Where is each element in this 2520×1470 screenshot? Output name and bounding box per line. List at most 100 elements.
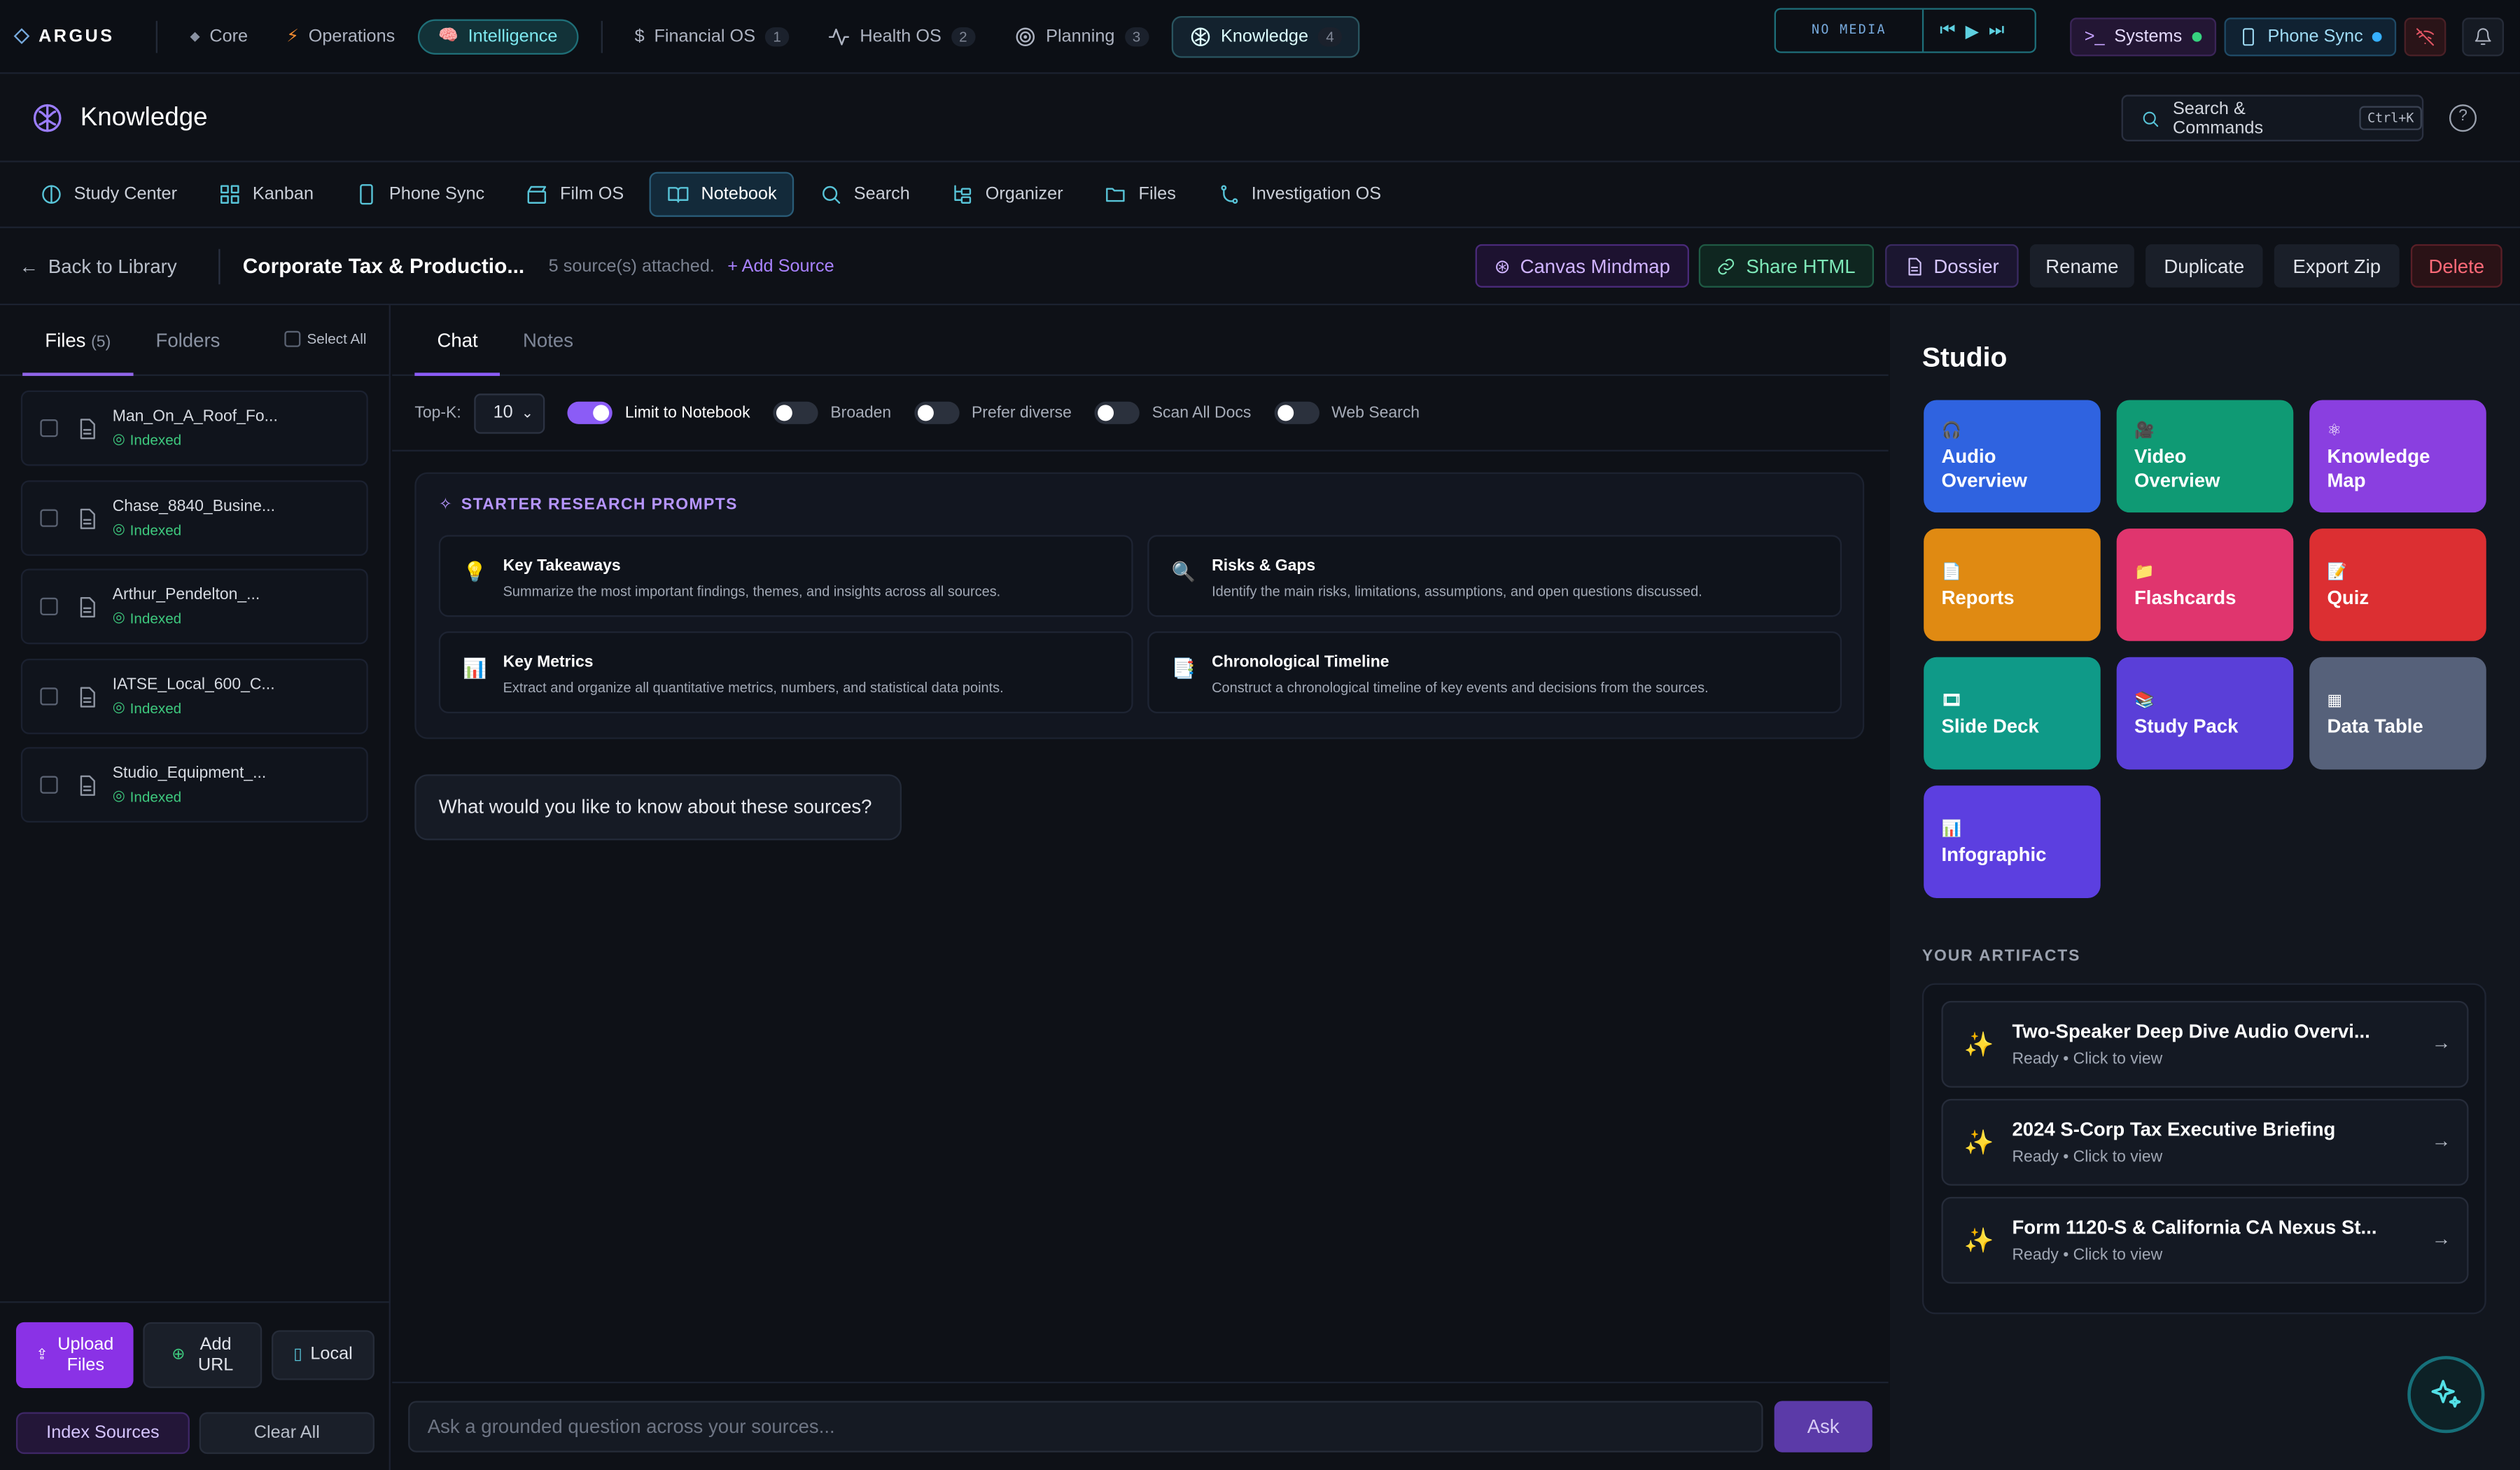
- tile-infographic[interactable]: 📊 Infographic: [1924, 785, 2101, 898]
- phone-sync-button[interactable]: Phone Sync: [2224, 18, 2397, 57]
- broaden-toggle[interactable]: [772, 401, 818, 424]
- file-checkbox[interactable]: [40, 419, 58, 438]
- rename-button[interactable]: Rename: [2029, 244, 2134, 288]
- sparkles-icon: ✨: [1963, 1129, 1994, 1157]
- nav-label: Intelligence: [468, 26, 558, 46]
- tile-study-pack[interactable]: 📚 Study Pack: [2116, 657, 2294, 770]
- sparkles-icon: ✧: [438, 496, 454, 514]
- file-checkbox[interactable]: [40, 687, 58, 706]
- tile-knowledge-map[interactable]: ⚛ Knowledge Map: [2309, 400, 2486, 513]
- checkbox[interactable]: [284, 330, 301, 347]
- nav-planning[interactable]: Planning 3: [997, 17, 1164, 55]
- tab-label: Notebook: [701, 184, 777, 204]
- file-checkbox[interactable]: [40, 597, 58, 616]
- topk-value: 10: [493, 403, 513, 423]
- tile-reports[interactable]: 📄 Reports: [1924, 528, 2101, 641]
- nav-intelligence[interactable]: 🧠 Intelligence: [417, 18, 579, 54]
- share-html-button[interactable]: Share HTML: [1698, 244, 1875, 288]
- tile-audio-overview[interactable]: 🎧 Audio Overview: [1924, 400, 2101, 513]
- tile-label: Infographic: [1941, 842, 2047, 865]
- limit-to-notebook-toggle[interactable]: [567, 401, 612, 424]
- bookmark-tabs-icon: 📑: [1171, 657, 1196, 680]
- file-checkbox[interactable]: [40, 509, 58, 527]
- tab-chat[interactable]: Chat: [414, 304, 500, 375]
- file-item[interactable]: Arthur_Pendelton_... ◎ Indexed: [20, 568, 368, 645]
- tab-files[interactable]: Files (5): [22, 304, 134, 375]
- question-input[interactable]: Ask a grounded question across your sour…: [408, 1401, 1763, 1452]
- phone-sync-label: Phone Sync: [2267, 27, 2363, 47]
- tile-label: Data Table: [2327, 714, 2423, 737]
- tab-phone-sync[interactable]: Phone Sync: [340, 174, 500, 216]
- dossier-button[interactable]: Dossier: [1885, 244, 2019, 288]
- notebook-title: Corporate Tax & Productio...: [218, 248, 524, 284]
- artifact-item[interactable]: ✨ Two-Speaker Deep Dive Audio Overvi... …: [1941, 1000, 2469, 1088]
- select-all-checkbox[interactable]: Select All: [284, 330, 367, 347]
- tab-film-os[interactable]: Film OS: [510, 174, 640, 216]
- status-dot: [2191, 31, 2202, 42]
- prompt-card[interactable]: 📊 Key Metrics Extract and organize all q…: [438, 631, 1133, 714]
- tile-slide-deck[interactable]: 🎞 Slide Deck: [1924, 657, 2101, 770]
- delete-button[interactable]: Delete: [2410, 244, 2502, 288]
- nav-operations[interactable]: ⚡ Operations: [270, 18, 411, 55]
- tab-files[interactable]: Files: [1088, 174, 1191, 216]
- previous-icon[interactable]: ⏮: [1940, 20, 1956, 41]
- duplicate-button[interactable]: Duplicate: [2146, 244, 2263, 288]
- select-all-label: Select All: [307, 330, 367, 347]
- tab-investigation-os[interactable]: Investigation OS: [1202, 174, 1397, 216]
- tile-quiz[interactable]: 📝 Quiz: [2309, 528, 2486, 641]
- tile-flashcards[interactable]: 📁 Flashcards: [2116, 528, 2294, 641]
- tile-data-table[interactable]: ▦ Data Table: [2309, 657, 2486, 770]
- clear-all-button[interactable]: Clear All: [199, 1412, 374, 1455]
- file-item[interactable]: IATSE_Local_600_C... ◎ Indexed: [20, 658, 368, 734]
- nav-financial-os[interactable]: $ Financial OS 1: [619, 18, 806, 53]
- canvas-mindmap-button[interactable]: ⊛ Canvas Mindmap: [1475, 244, 1689, 288]
- back-to-library-link[interactable]: ← Back to Library: [20, 255, 177, 277]
- nav-knowledge[interactable]: Knowledge 4: [1170, 15, 1360, 57]
- prompt-card[interactable]: 🔍 Risks & Gaps Identify the main risks, …: [1147, 535, 1842, 617]
- tab-search[interactable]: Search: [804, 174, 926, 216]
- tab-label: Files: [1138, 184, 1176, 204]
- notifications-button[interactable]: [2462, 18, 2505, 57]
- file-item[interactable]: Chase_8840_Busine... ◎ Indexed: [20, 480, 368, 556]
- local-file-button[interactable]: ▯ Local: [272, 1330, 374, 1380]
- help-icon[interactable]: ?: [2449, 104, 2477, 132]
- upload-files-button[interactable]: ⇪ Upload Files: [15, 1322, 134, 1388]
- nav-health-os[interactable]: Health OS 2: [811, 17, 991, 55]
- export-zip-button[interactable]: Export Zip: [2274, 244, 2400, 288]
- tile-video-overview[interactable]: 🎥 Video Overview: [2116, 400, 2294, 513]
- file-checkbox[interactable]: [40, 776, 58, 794]
- tab-organizer[interactable]: Organizer: [936, 174, 1079, 216]
- topk-select[interactable]: 10 ⌄: [474, 393, 545, 433]
- wifi-off-button[interactable]: [2404, 18, 2446, 57]
- check-circle-icon: ◎: [112, 787, 125, 804]
- web-search-toggle[interactable]: [1273, 401, 1319, 424]
- ask-button[interactable]: Ask: [1774, 1401, 1872, 1452]
- nav-core[interactable]: ◆ Core: [174, 18, 264, 53]
- brand-logo[interactable]: ARGUS: [13, 27, 115, 46]
- tab-study-center[interactable]: Study Center: [24, 174, 193, 216]
- check-circle-icon: ◎: [112, 520, 125, 537]
- file-item[interactable]: Studio_Equipment_... ◎ Indexed: [20, 747, 368, 823]
- ai-assistant-button[interactable]: [2407, 1356, 2485, 1434]
- prompt-card[interactable]: 📑 Chronological Timeline Construct a chr…: [1147, 631, 1842, 714]
- tab-notes[interactable]: Notes: [500, 304, 596, 375]
- prompt-card[interactable]: 💡 Key Takeaways Summarize the most impor…: [438, 535, 1133, 617]
- tab-kanban[interactable]: Kanban: [203, 174, 330, 216]
- prefer-diverse-toggle[interactable]: [913, 401, 959, 424]
- add-url-button[interactable]: ⊕ Add URL: [143, 1322, 262, 1388]
- systems-button[interactable]: >_ Systems: [2070, 18, 2216, 57]
- next-icon[interactable]: ⏭: [1989, 20, 2005, 41]
- scan-all-docs-toggle[interactable]: [1094, 401, 1140, 424]
- artifact-item[interactable]: ✨ Form 1120-S & California CA Nexus St..…: [1941, 1196, 2469, 1284]
- index-sources-button[interactable]: Index Sources: [15, 1412, 190, 1455]
- tab-notebook[interactable]: Notebook: [650, 172, 794, 217]
- artifact-item[interactable]: ✨ 2024 S-Corp Tax Executive Briefing Rea…: [1941, 1098, 2469, 1186]
- button-label: Clear All: [253, 1422, 320, 1442]
- play-icon[interactable]: ▶: [1966, 20, 1979, 41]
- search-commands-button[interactable]: Search & Commands Ctrl+K: [2121, 94, 2424, 141]
- media-player: NO MEDIA ⏮ ▶ ⏭: [1774, 8, 2036, 53]
- divider: [601, 20, 603, 52]
- tab-folders[interactable]: Folders: [133, 304, 242, 375]
- add-source-link[interactable]: + Add Source: [727, 256, 834, 276]
- file-item[interactable]: Man_On_A_Roof_Fo... ◎ Indexed: [20, 390, 368, 466]
